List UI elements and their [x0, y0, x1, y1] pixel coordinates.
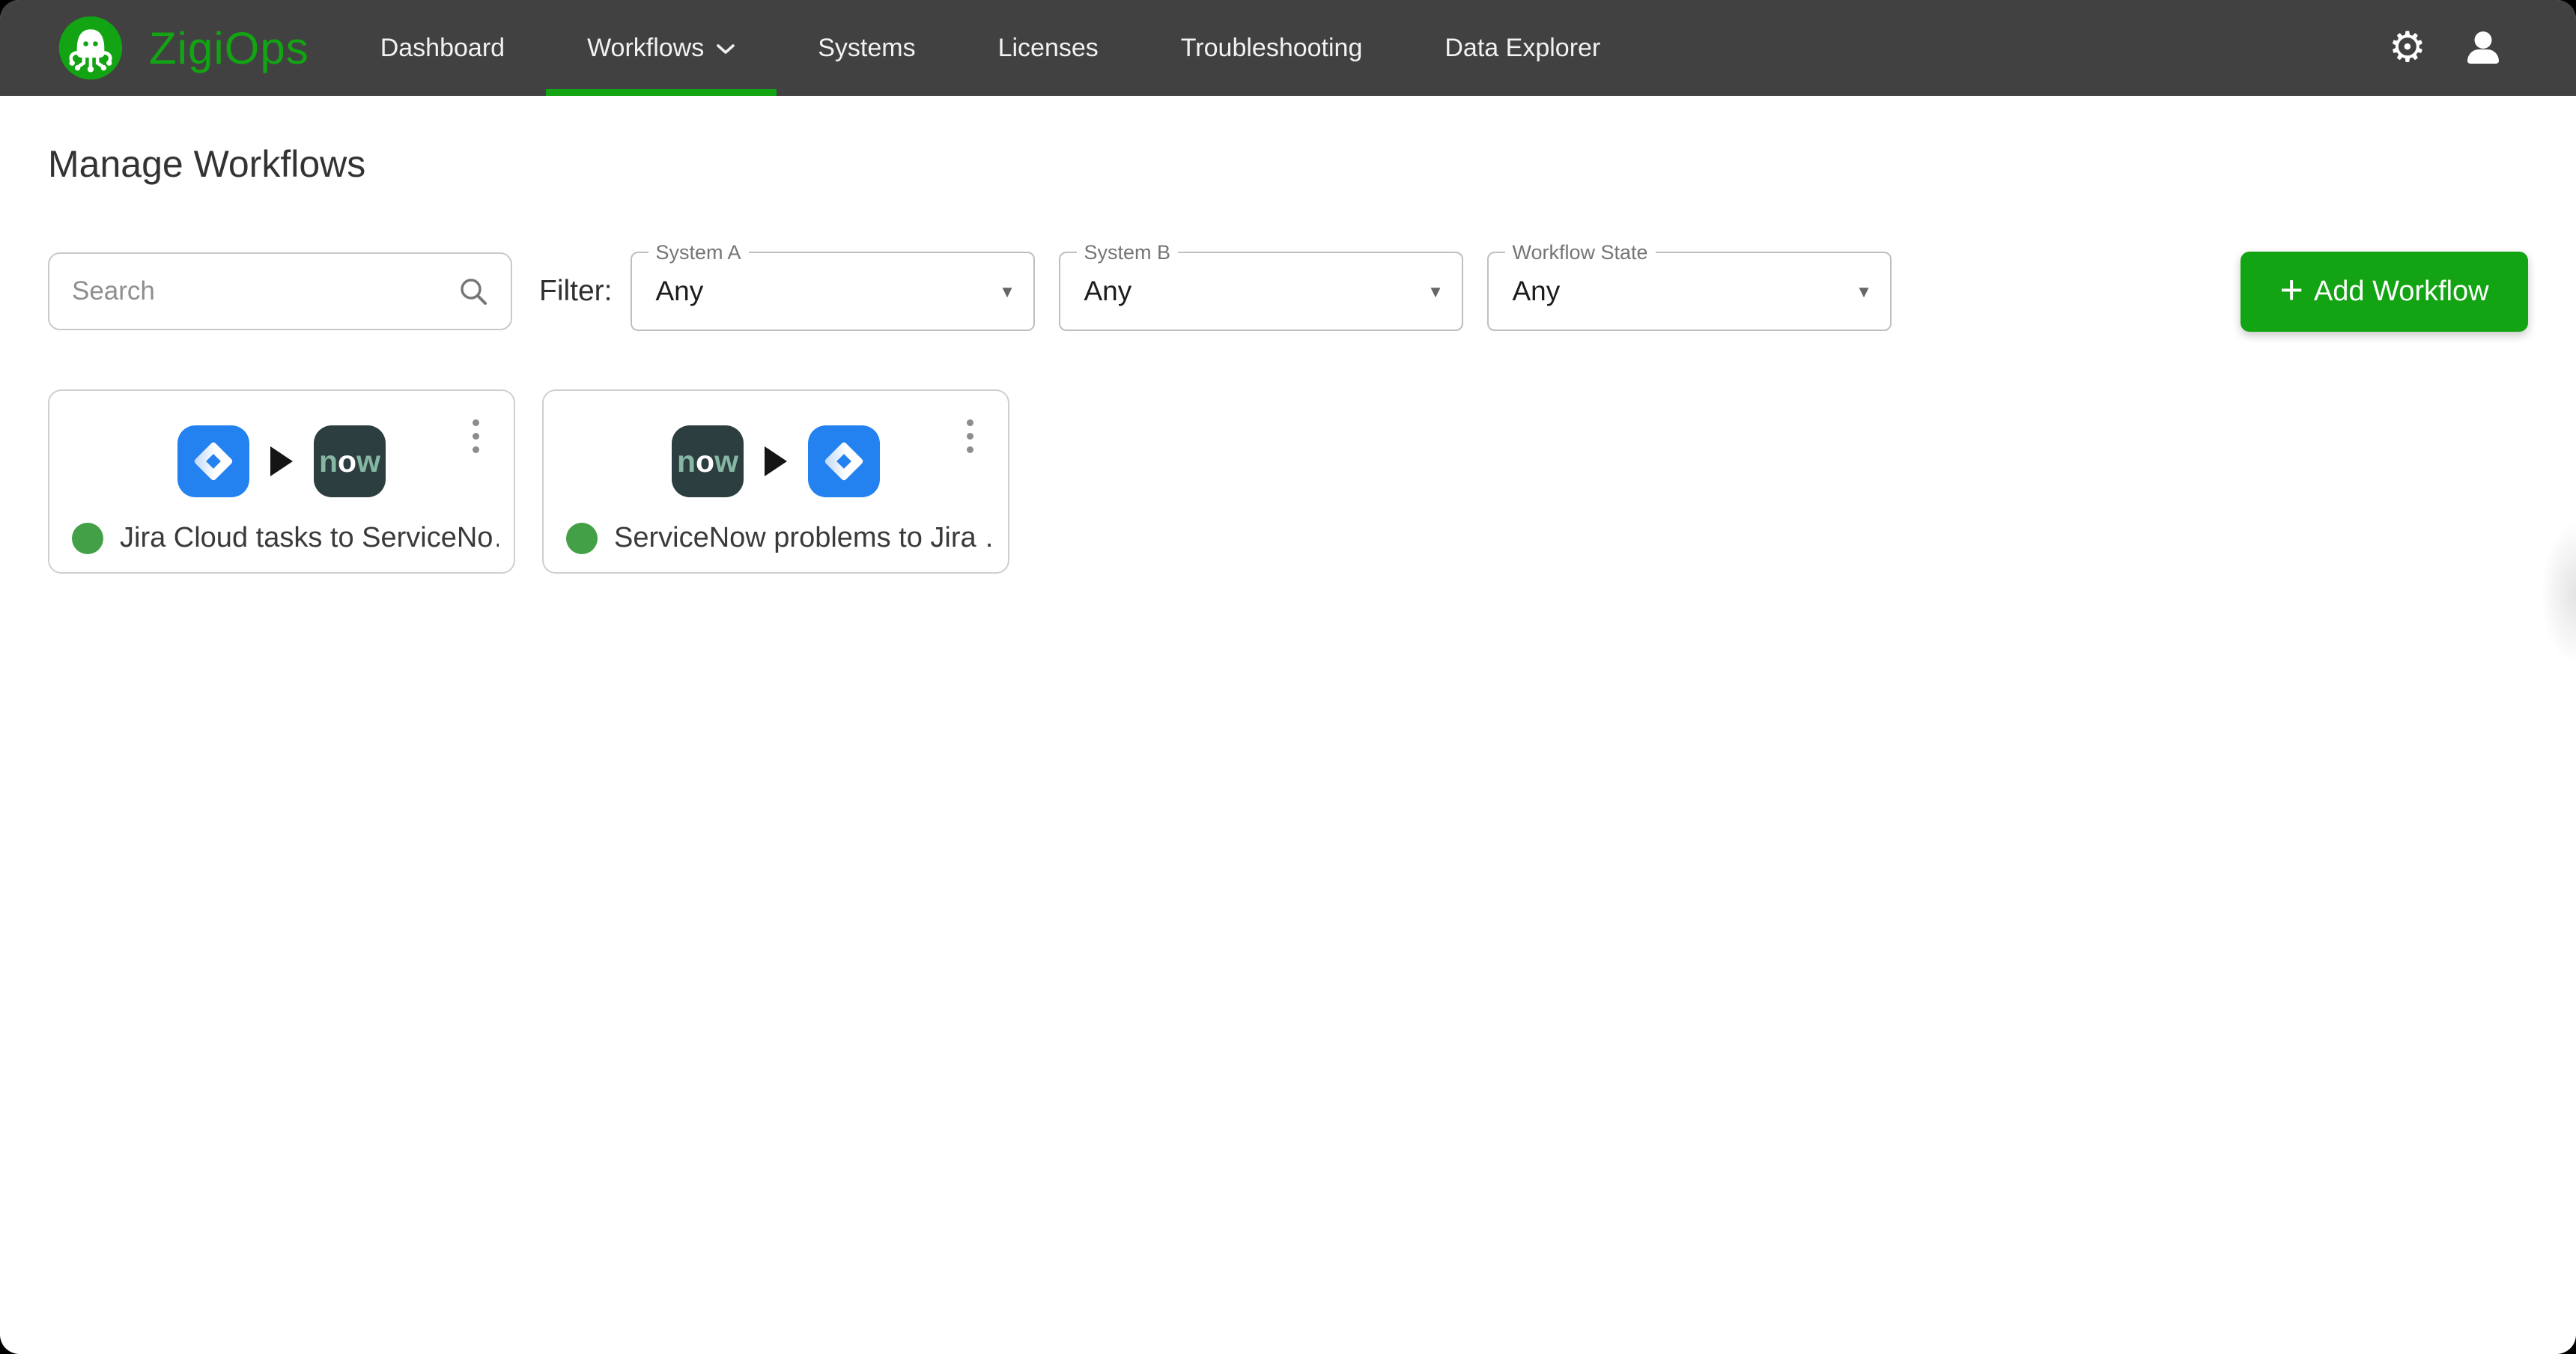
filter-selects: System A Any ▾ System B Any ▾ Workflow S…: [631, 252, 1892, 331]
main-nav: Dashboard Workflows Systems Licenses Tro…: [339, 0, 1642, 96]
dropdown-arrow-icon: ▾: [1859, 280, 1868, 303]
filter-select-system-b[interactable]: System B Any ▾: [1059, 252, 1463, 331]
settings-gear-icon[interactable]: ⚙: [2389, 27, 2426, 69]
nav-label: Workflows: [587, 34, 704, 63]
navbar-right-icons: ⚙: [2389, 27, 2576, 69]
sn-letter: w: [356, 444, 380, 479]
chevron-down-icon: [716, 43, 735, 55]
active-tab-underline: [546, 89, 777, 96]
workflow-card[interactable]: n o w ServiceNow problem: [542, 389, 1009, 574]
dropdown-arrow-icon: ▾: [1002, 280, 1012, 303]
workflow-title: Jira Cloud tasks to ServiceNo…: [120, 522, 499, 554]
filter-select-workflow-state[interactable]: Workflow State Any ▾: [1487, 252, 1892, 331]
brand[interactable]: ZigiOps: [58, 15, 309, 81]
zigiops-octopus-logo-icon: [58, 15, 124, 81]
select-label: System A: [648, 241, 749, 264]
user-icon-shoulders: [2467, 49, 2499, 64]
select-value: Any: [1084, 276, 1132, 307]
workflow-card[interactable]: n o w Jira Cloud tasks to ServiceNo…: [48, 389, 515, 574]
search-icon[interactable]: [457, 275, 490, 308]
sn-letter: o: [338, 444, 356, 479]
scrollbar-thumb[interactable]: [2542, 524, 2576, 663]
nav-label: Licenses: [998, 34, 1099, 63]
search-input[interactable]: [70, 276, 457, 307]
nav-label: Troubleshooting: [1181, 34, 1363, 63]
workflow-card-list: n o w Jira Cloud tasks to ServiceNo… n o: [48, 389, 2528, 574]
select-label: System B: [1077, 241, 1179, 264]
brand-name: ZigiOps: [149, 22, 309, 74]
sn-letter: n: [319, 444, 338, 479]
jira-icon: [177, 425, 249, 497]
add-workflow-label: Add Workflow: [2314, 276, 2489, 308]
user-icon-head: [2475, 31, 2492, 49]
servicenow-icon: n o w: [672, 425, 744, 497]
nav-item-licenses[interactable]: Licenses: [957, 0, 1140, 96]
filter-label: Filter:: [539, 275, 613, 308]
page-title: Manage Workflows: [48, 142, 2528, 186]
flow-direction-arrow-icon: [765, 446, 787, 476]
plus-icon: +: [2279, 270, 2303, 310]
nav-item-data-explorer[interactable]: Data Explorer: [1403, 0, 1641, 96]
sn-letter: w: [714, 444, 738, 479]
select-value: Any: [656, 276, 704, 307]
select-value: Any: [1513, 276, 1561, 307]
nav-item-dashboard[interactable]: Dashboard: [339, 0, 546, 96]
status-dot: [566, 523, 598, 554]
filter-toolbar: Filter: System A Any ▾ System B Any ▾ Wo…: [48, 250, 2528, 333]
app-window: ZigiOps Dashboard Workflows Systems Lice…: [0, 0, 2576, 1354]
card-menu-kebab-icon[interactable]: [964, 416, 976, 456]
sn-letter: n: [677, 444, 696, 479]
nav-label: Dashboard: [380, 34, 505, 63]
nav-item-troubleshooting[interactable]: Troubleshooting: [1140, 0, 1404, 96]
select-label: Workflow State: [1505, 241, 1656, 264]
status-dot: [72, 523, 103, 554]
flow-direction-arrow-icon: [270, 446, 293, 476]
nav-label: Data Explorer: [1445, 34, 1600, 63]
card-menu-kebab-icon[interactable]: [470, 416, 482, 456]
sn-letter: o: [696, 444, 714, 479]
card-title-row: Jira Cloud tasks to ServiceNo…: [72, 522, 499, 554]
top-navbar: ZigiOps Dashboard Workflows Systems Lice…: [0, 0, 2576, 96]
filter-select-system-a[interactable]: System A Any ▾: [631, 252, 1035, 331]
card-title-row: ServiceNow problems to Jira …: [566, 522, 993, 554]
nav-item-workflows[interactable]: Workflows: [546, 0, 777, 96]
servicenow-icon: n o w: [314, 425, 386, 497]
search-box: [48, 252, 512, 330]
dropdown-arrow-icon: ▾: [1430, 280, 1440, 303]
user-account-icon[interactable]: [2465, 30, 2501, 66]
card-integration-icons: n o w: [49, 425, 514, 497]
nav-item-systems[interactable]: Systems: [777, 0, 956, 96]
nav-label: Systems: [818, 34, 915, 63]
jira-icon: [808, 425, 880, 497]
add-workflow-button[interactable]: + Add Workflow: [2241, 252, 2528, 332]
workflow-title: ServiceNow problems to Jira …: [614, 522, 993, 554]
main-content: Manage Workflows Filter: System A Any ▾ …: [0, 142, 2576, 574]
card-integration-icons: n o w: [544, 425, 1008, 497]
